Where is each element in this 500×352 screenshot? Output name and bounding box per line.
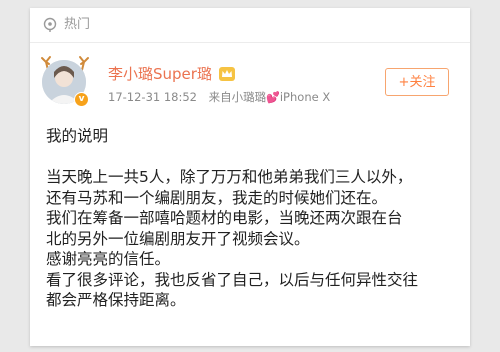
post-line: 当天晚上一共5人，除了万万和他弟弟我们三人以外， [46,168,413,186]
heart-icon: 💕 [266,91,280,104]
post-line: 还有马苏和一个编剧朋友，我走的时候她们还在。 [46,188,388,207]
post-title: 我的说明 [46,127,109,145]
follow-button[interactable]: +关注 [385,68,449,96]
post-source-device[interactable]: iPhone X [280,90,330,104]
post-source-prefix: 来自小璐璐 [208,90,267,104]
post-line: 都会严格保持距离。 [46,291,186,309]
hot-section-header: 热门 [30,8,470,43]
avatar[interactable]: v [40,54,90,110]
username[interactable]: 李小璐Super璐 [108,65,212,83]
weibo-post-card: 热门 v 李小璐Super璐 17-12-31 18:52 来自小璐璐💕iPho… [30,8,470,346]
verified-badge-icon: v [74,92,89,107]
location-pin-icon [43,17,57,32]
post-meta: 17-12-31 18:52 来自小璐璐💕iPhone X [108,90,330,105]
member-crown-icon[interactable] [218,66,236,82]
post-line: 我们在筹备一部嘻哈题材的电影，当晚还两次跟在台 [46,209,403,227]
post-timestamp[interactable]: 17-12-31 18:52 [108,90,197,104]
post-body: 我的说明 当天晚上一共5人，除了万万和他弟弟我们三人以外， 还有马苏和一个编剧朋… [46,126,456,311]
post-line: 看了很多评论，我也反省了自己，以后与任何异性交往 [46,270,419,289]
post-line: 感谢亮亮的信任。 [46,250,171,268]
hot-label: 热门 [64,17,91,32]
post-line: 北的另外一位编剧朋友开了视频会议。 [46,229,310,248]
